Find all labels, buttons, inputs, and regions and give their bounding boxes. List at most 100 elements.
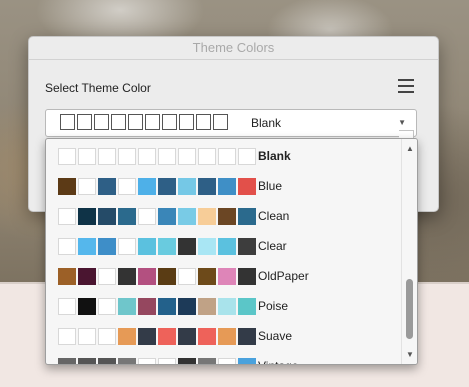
hamburger-menu-icon[interactable]	[398, 79, 414, 93]
color-swatch	[158, 328, 176, 345]
theme-option-clear[interactable]: Clear	[46, 231, 400, 261]
color-swatch	[198, 178, 216, 195]
color-swatch	[238, 328, 256, 345]
color-swatch	[98, 208, 116, 225]
menu-line	[398, 85, 414, 87]
color-swatch	[78, 298, 96, 315]
color-swatch	[78, 208, 96, 225]
color-swatch	[98, 358, 116, 364]
color-swatch	[78, 328, 96, 345]
color-swatch	[178, 328, 196, 345]
color-swatch	[138, 208, 156, 225]
color-swatch	[198, 268, 216, 285]
theme-option-label: Poise	[258, 299, 289, 313]
color-swatch	[158, 238, 176, 255]
color-swatch	[218, 328, 236, 345]
color-swatch	[78, 178, 96, 195]
color-swatch	[94, 114, 109, 130]
color-swatch	[218, 208, 236, 225]
color-swatch	[158, 298, 176, 315]
theme-option-label: Clean	[258, 209, 290, 223]
color-swatch	[78, 268, 96, 285]
color-swatch	[60, 114, 75, 130]
color-swatch	[98, 328, 116, 345]
color-swatch	[58, 268, 76, 285]
color-swatch	[198, 328, 216, 345]
color-swatch	[218, 358, 236, 364]
color-swatch	[111, 114, 126, 130]
color-swatch	[58, 148, 76, 165]
color-swatch	[162, 114, 177, 130]
scroll-down-arrow-icon[interactable]: ▼	[406, 350, 414, 359]
theme-option-vintage[interactable]: Vintage	[46, 351, 400, 364]
color-swatch	[77, 114, 92, 130]
color-swatch	[98, 178, 116, 195]
color-swatch	[158, 208, 176, 225]
color-swatch	[218, 298, 236, 315]
color-swatch	[213, 114, 228, 130]
color-swatch	[118, 268, 136, 285]
color-swatch	[118, 148, 136, 165]
theme-swatch-strip	[58, 298, 258, 315]
theme-option-suave[interactable]: Suave	[46, 321, 400, 351]
theme-option-blue[interactable]: Blue	[46, 171, 400, 201]
color-swatch	[118, 178, 136, 195]
color-swatch	[58, 208, 76, 225]
color-swatch	[78, 238, 96, 255]
theme-option-clean[interactable]: Clean	[46, 201, 400, 231]
theme-dropdown-list[interactable]: Blank Blue Clean Clear OldPaper Poise Suave Vin…	[45, 138, 418, 365]
color-swatch	[158, 148, 176, 165]
color-swatch	[98, 298, 116, 315]
color-swatch	[138, 238, 156, 255]
color-swatch	[238, 148, 256, 165]
theme-option-label: Clear	[258, 239, 287, 253]
theme-select-combo[interactable]: Blank ▼	[45, 109, 417, 137]
color-swatch	[128, 114, 143, 130]
color-swatch	[138, 148, 156, 165]
color-swatch	[218, 148, 236, 165]
combo-swatch-strip	[60, 114, 230, 133]
color-swatch	[118, 298, 136, 315]
color-swatch	[158, 358, 176, 364]
color-swatch	[58, 238, 76, 255]
color-swatch	[238, 268, 256, 285]
color-swatch	[118, 358, 136, 364]
theme-option-poise[interactable]: Poise	[46, 291, 400, 321]
color-swatch	[118, 238, 136, 255]
theme-option-blank[interactable]: Blank	[46, 141, 400, 171]
color-swatch	[238, 238, 256, 255]
theme-swatch-strip	[58, 148, 258, 165]
theme-option-label: Vintage	[258, 359, 298, 364]
color-swatch	[178, 358, 196, 364]
color-swatch	[198, 298, 216, 315]
scroll-up-arrow-icon[interactable]: ▲	[406, 144, 414, 153]
color-swatch	[218, 178, 236, 195]
color-swatch	[158, 268, 176, 285]
theme-option-oldpaper[interactable]: OldPaper	[46, 261, 400, 291]
color-swatch	[98, 148, 116, 165]
color-swatch	[138, 298, 156, 315]
color-swatch	[238, 178, 256, 195]
color-swatch	[78, 148, 96, 165]
color-swatch	[145, 114, 160, 130]
theme-swatch-strip	[58, 268, 258, 285]
scrollbar-thumb[interactable]	[406, 279, 413, 339]
dropdown-scrollbar[interactable]: ▲ ▼	[401, 139, 417, 364]
color-swatch	[98, 268, 116, 285]
color-swatch	[78, 358, 96, 364]
chevron-down-icon[interactable]: ▼	[398, 118, 406, 127]
color-swatch	[138, 178, 156, 195]
menu-line	[398, 79, 414, 81]
theme-option-label: OldPaper	[258, 269, 309, 283]
color-swatch	[178, 208, 196, 225]
color-swatch	[178, 298, 196, 315]
dialog-title: Theme Colors	[29, 37, 438, 60]
theme-swatch-strip	[58, 328, 258, 345]
color-swatch	[98, 238, 116, 255]
color-swatch	[138, 268, 156, 285]
color-swatch	[179, 114, 194, 130]
color-swatch	[198, 208, 216, 225]
color-swatch	[118, 208, 136, 225]
color-swatch	[178, 238, 196, 255]
theme-option-label: Suave	[258, 329, 293, 343]
